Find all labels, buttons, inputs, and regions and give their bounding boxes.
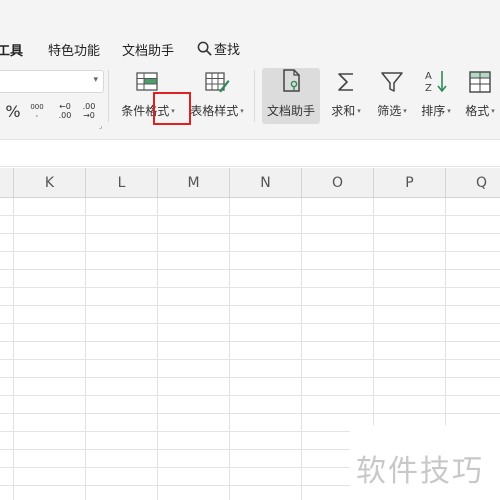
column-header-row: K L M N O P Q [0, 168, 500, 198]
increase-decimal-bottom: .00 [58, 111, 72, 120]
decrease-decimal-bottom: →0 [83, 111, 95, 120]
search-icon [197, 41, 212, 56]
row-header-stub [0, 168, 14, 198]
group-launcher-icon[interactable]: ⌟ [99, 122, 102, 130]
menu-special-features[interactable]: 特色功能 [48, 40, 100, 59]
svg-text:A: A [425, 71, 432, 82]
menu-search[interactable]: 查找 [197, 39, 240, 58]
doc-assistant-label: 文档助手 [266, 104, 315, 118]
chevron-down-icon: ▾ [447, 106, 451, 115]
table-style-button[interactable]: 表格样式 ▾ [185, 68, 249, 124]
column-header-m[interactable]: M [158, 168, 230, 198]
svg-text:Z: Z [425, 83, 432, 94]
ribbon-divider [254, 70, 255, 122]
format-button[interactable]: 格式 ▾ [460, 68, 500, 124]
sort-button[interactable]: A Z 排序 ▾ [416, 68, 456, 124]
ribbon-divider [108, 70, 109, 122]
thousands-separator-button[interactable]: 000 , [28, 100, 46, 122]
conditional-format-button[interactable]: 条件格式 ▾ [116, 68, 180, 124]
chevron-down-icon: ▾ [403, 106, 407, 115]
search-label: 查找 [214, 43, 241, 58]
format-label: 格式 [465, 104, 490, 118]
filter-icon [381, 72, 403, 92]
column-header-p[interactable]: P [374, 168, 446, 198]
sort-icon: A Z [425, 71, 447, 94]
chevron-down-icon: ▾ [357, 106, 361, 115]
column-header-k[interactable]: K [14, 168, 86, 198]
sum-label: 求和 [331, 104, 356, 118]
table-style-icon [205, 72, 230, 93]
percent-style-button[interactable]: % [4, 100, 22, 122]
chevron-down-icon: ▾ [93, 75, 98, 85]
sort-label: 排序 [421, 104, 446, 118]
column-header-o[interactable]: O [302, 168, 374, 198]
sum-icon [338, 73, 353, 91]
column-header-n[interactable]: N [230, 168, 302, 198]
ribbon-bottom-edge [0, 130, 500, 140]
chevron-down-icon: ▾ [240, 106, 244, 115]
menu-doc-assistant[interactable]: 文档助手 [122, 40, 174, 59]
doc-assistant-icon [283, 69, 300, 92]
conditional-format-label: 条件格式 [121, 104, 170, 118]
conditional-format-icon [136, 72, 158, 91]
filter-label: 筛选 [377, 104, 402, 118]
menu-tools[interactable]: 工具 [0, 40, 23, 59]
number-format-select[interactable]: ▾ [0, 70, 104, 93]
chevron-down-icon: ▾ [171, 106, 175, 115]
chevron-down-icon: ▾ [491, 106, 495, 115]
decrease-decimal-top: .00 [82, 102, 96, 111]
sum-button[interactable]: 求和 ▾ [326, 68, 366, 124]
increase-decimal-button[interactable]: ←0 .00 [56, 100, 74, 122]
thousands-sub: , [35, 110, 39, 118]
column-header-l[interactable]: L [86, 168, 158, 198]
menu-bar: 工具 特色功能 文档助手 查找 [0, 0, 500, 62]
watermark-text: 软件技巧 [356, 454, 484, 489]
filter-button[interactable]: 筛选 ▾ [372, 68, 412, 124]
table-style-label: 表格样式 [190, 104, 239, 118]
increase-decimal-top: ←0 [59, 102, 71, 111]
ribbon-toolbar: ▾ % 000 , ←0 .00 .00 →0 ⌟ 条件格式 ▾ 表格样式 ▾ … [0, 62, 500, 130]
decrease-decimal-button[interactable]: .00 →0 [80, 100, 98, 122]
column-header-q[interactable]: Q [446, 168, 500, 198]
doc-assistant-button[interactable]: 文档助手 [262, 68, 320, 124]
format-icon [469, 71, 491, 93]
formula-bar[interactable] [0, 141, 500, 167]
